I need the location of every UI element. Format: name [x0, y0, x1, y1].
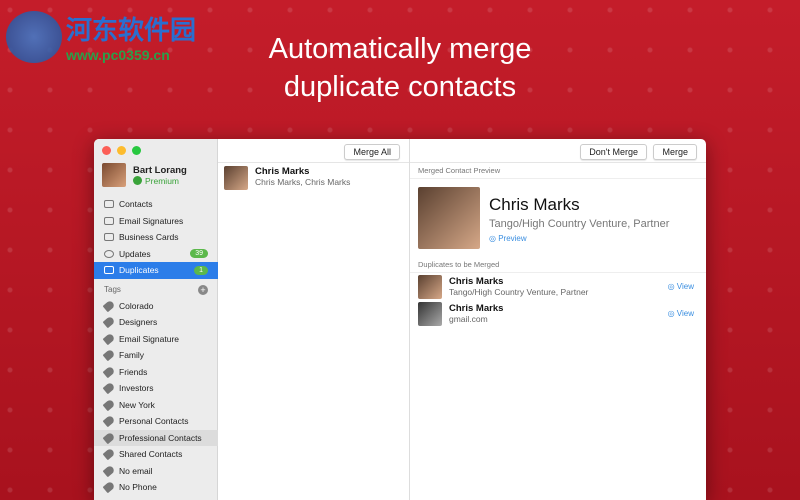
tag-label: Shared Contacts — [119, 449, 183, 460]
plan-label: Premium — [145, 175, 180, 186]
merged-photo — [418, 187, 480, 249]
tag-label: Colorado — [119, 300, 154, 311]
contacts-icon — [104, 200, 114, 209]
tag-icon — [102, 332, 116, 346]
tag-icon — [102, 464, 116, 478]
minimize-button[interactable] — [117, 146, 126, 155]
add-tag-button[interactable]: + — [198, 284, 208, 295]
tag-icon — [102, 414, 116, 428]
tag-label: Personal Contacts — [119, 416, 189, 427]
sidebar-item-updates[interactable]: Updates 39 — [94, 246, 218, 263]
duplicate-row[interactable]: Chris Marks Tango/High Country Venture, P… — [410, 273, 706, 300]
detail-pane: Don't Merge Merge Merged Contact Preview … — [410, 139, 706, 500]
contact-photo — [418, 274, 442, 299]
view-label: View — [676, 282, 694, 291]
tag-label: No Phone — [119, 482, 157, 493]
user-profile[interactable]: Bart Lorang Premium — [102, 163, 187, 187]
merge-button[interactable]: Merge — [653, 144, 697, 160]
sidebar-tag-item[interactable]: New York — [94, 397, 218, 414]
headline-line1: Automatically merge — [268, 33, 532, 65]
merge-all-button[interactable]: Merge All — [344, 144, 400, 160]
tag-icon — [102, 299, 116, 313]
sidebar-tag-item[interactable]: Email Signature — [94, 331, 218, 348]
updates-icon — [104, 249, 114, 258]
sidebar-tag-item[interactable]: Shared Contacts — [94, 446, 218, 463]
tag-icon — [102, 348, 116, 362]
tag-label: No email — [119, 465, 153, 476]
merged-name: Chris Marks — [489, 195, 580, 214]
sidebar-item-contacts[interactable]: Contacts — [94, 196, 218, 213]
contact-sub: Tango/High Country Venture, Partner — [449, 287, 589, 297]
label: Duplicates — [119, 265, 159, 276]
tag-icon — [102, 447, 116, 461]
sidebar-tag-item[interactable]: Colorado — [94, 298, 218, 315]
label: Email Signatures — [119, 215, 184, 226]
sidebar-item-email-signatures[interactable]: Email Signatures — [94, 213, 218, 230]
preview-label: Preview — [498, 234, 527, 243]
tag-icon — [102, 480, 116, 494]
premium-icon — [133, 176, 142, 185]
merge-icon — [104, 266, 114, 275]
view-label: View — [676, 309, 694, 318]
duplicate-row[interactable]: Chris Marks gmail.com ◎ View — [410, 300, 706, 327]
merged-sub: Tango/High Country Venture, Partner — [489, 218, 670, 230]
tag-label: New York — [119, 399, 155, 410]
sidebar-tag-item[interactable]: Family — [94, 347, 218, 364]
contact-name: Chris Marks — [449, 276, 504, 287]
user-name: Bart Lorang — [133, 164, 187, 176]
label: Business Cards — [119, 232, 179, 243]
sidebar-tag-item[interactable]: Professional Contacts — [94, 429, 218, 446]
contact-photo — [224, 166, 248, 190]
tag-icon — [102, 398, 116, 412]
zoom-button[interactable] — [132, 146, 141, 155]
tag-label: Professional Contacts — [119, 432, 202, 443]
avatar — [102, 163, 126, 187]
preview-link[interactable]: ◎ Preview — [489, 234, 669, 243]
eye-icon: ◎ — [489, 234, 499, 243]
tag-icon — [102, 365, 116, 379]
sidebar-nav: Contacts Email Signatures Business Cards… — [94, 196, 218, 496]
sidebar-tag-item[interactable]: Personal Contacts — [94, 413, 218, 430]
contact-name: Chris Marks — [255, 166, 310, 177]
sidebar-tag-item[interactable]: No email — [94, 463, 218, 480]
sidebar-item-duplicates[interactable]: Duplicates 1 — [94, 262, 218, 279]
tag-icon — [102, 381, 116, 395]
tag-label: Designers — [119, 317, 158, 328]
tag-icon — [102, 315, 116, 329]
label: Updates — [119, 248, 151, 259]
tag-label: Family — [119, 350, 145, 361]
app-window: Bart Lorang Premium Contacts Email Signa… — [94, 139, 706, 500]
duplicates-badge: 1 — [194, 265, 208, 275]
tag-label: Friends — [119, 366, 148, 377]
sidebar-tag-item[interactable]: Designers — [94, 314, 218, 331]
duplicates-list: Merge All Chris Marks Chris Marks, Chris … — [218, 139, 410, 500]
view-link[interactable]: ◎ View — [668, 309, 694, 318]
signature-icon — [104, 216, 114, 225]
label: Contacts — [119, 199, 153, 210]
duplicates-header: Duplicates to be Merged — [410, 257, 706, 273]
card-icon — [104, 233, 114, 242]
close-button[interactable] — [102, 146, 111, 155]
tags-title: Tags — [104, 285, 121, 294]
updates-badge: 39 — [190, 249, 208, 259]
headline-line2: duplicate contacts — [283, 71, 517, 103]
sidebar-tag-item[interactable]: Friends — [94, 364, 218, 381]
contact-photo — [418, 301, 442, 326]
sidebar-item-business-cards[interactable]: Business Cards — [94, 229, 218, 246]
tag-label: Email Signature — [119, 333, 180, 344]
tag-icon — [102, 431, 116, 445]
sidebar-tag-item[interactable]: Investors — [94, 380, 218, 397]
sidebar: Bart Lorang Premium Contacts Email Signa… — [94, 139, 218, 500]
sidebar-tag-item[interactable]: No Phone — [94, 479, 218, 496]
contact-sub: Chris Marks, Chris Marks — [255, 177, 351, 187]
dont-merge-button[interactable]: Don't Merge — [580, 144, 647, 160]
tags-header: Tags + — [94, 282, 218, 298]
headline: Automatically merge duplicate contacts — [0, 30, 800, 106]
contact-name: Chris Marks — [449, 303, 504, 314]
preview-header: Merged Contact Preview — [410, 163, 706, 179]
list-item[interactable]: Chris Marks Chris Marks, Chris Marks — [224, 166, 350, 190]
view-link[interactable]: ◎ View — [668, 282, 694, 291]
contact-sub: gmail.com — [449, 314, 488, 324]
tag-label: Investors — [119, 383, 154, 394]
